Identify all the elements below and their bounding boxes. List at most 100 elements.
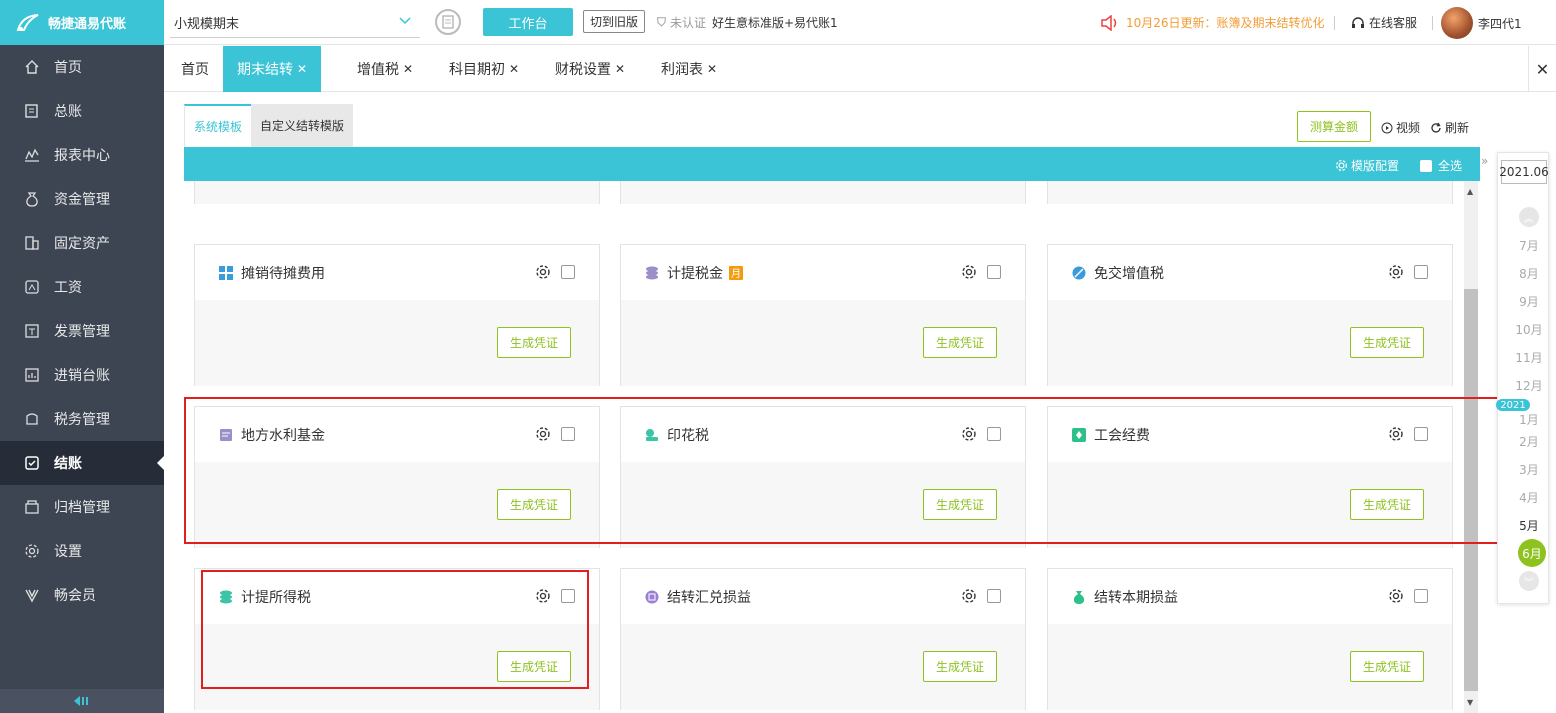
card-checkbox[interactable]	[561, 427, 575, 441]
tab-income-statement[interactable]: 利润表 ✕	[661, 46, 717, 92]
select-all-checkbox[interactable]: 全选	[1420, 157, 1462, 174]
gear-icon[interactable]	[1388, 588, 1404, 604]
card-checkbox[interactable]	[987, 427, 1001, 441]
switch-old-version-button[interactable]: 切到旧版	[583, 10, 646, 33]
sidebar-item[interactable]: 税务管理	[0, 397, 164, 441]
generate-voucher-button[interactable]: 生成凭证	[923, 651, 997, 682]
month-item[interactable]: 9月	[1498, 293, 1550, 310]
scroll-down-icon[interactable]: ▼	[1467, 698, 1473, 707]
sidebar-item[interactable]: 结账	[0, 441, 164, 485]
online-service-button[interactable]: 在线客服	[1350, 14, 1417, 31]
calculate-amount-button[interactable]: 测算金额	[1297, 111, 1371, 142]
play-icon	[1381, 122, 1393, 133]
sidebar-item[interactable]: 发票管理	[0, 309, 164, 353]
sidebar-item[interactable]: 首页	[0, 45, 164, 89]
sidebar-item[interactable]: 设置	[0, 529, 164, 573]
close-icon[interactable]: ✕	[403, 62, 413, 76]
generate-voucher-button[interactable]: 生成凭证	[497, 489, 571, 520]
month-item[interactable]: 1月	[1498, 411, 1550, 428]
close-icon[interactable]: ✕	[297, 62, 307, 76]
chevron-up-icon[interactable]: ︽	[1519, 207, 1539, 227]
gear-icon[interactable]	[1388, 264, 1404, 280]
money-bag-icon	[1072, 590, 1086, 604]
gear-icon[interactable]	[961, 264, 977, 280]
card-checkbox[interactable]	[1414, 265, 1428, 279]
no-tax-icon	[1072, 266, 1086, 280]
sidebar-collapse-button[interactable]	[0, 689, 164, 713]
certification-status[interactable]: ⛉ 未认证	[657, 14, 706, 31]
close-icon[interactable]: ✕	[707, 62, 717, 76]
gear-icon[interactable]	[961, 426, 977, 442]
card-checkbox[interactable]	[987, 265, 1001, 279]
document-button[interactable]	[435, 9, 461, 35]
card-body: 生成凭证	[1048, 624, 1452, 710]
tab-tax-settings[interactable]: 财税设置 ✕	[555, 46, 625, 92]
sidebar-item-label: 归档管理	[54, 500, 110, 516]
generate-voucher-button[interactable]: 生成凭证	[923, 489, 997, 520]
tab-custom-template[interactable]: 自定义结转模版	[251, 104, 354, 147]
gear-icon[interactable]	[535, 588, 551, 604]
card-body: 生成凭证	[621, 181, 1025, 204]
sidebar-item[interactable]: 进销台账	[0, 353, 164, 397]
card-checkbox[interactable]	[1414, 589, 1428, 603]
month-item[interactable]: 4月	[1498, 489, 1550, 506]
sidebar-item[interactable]: 归档管理	[0, 485, 164, 529]
generate-voucher-button[interactable]: 生成凭证	[497, 327, 571, 358]
gear-icon[interactable]	[535, 264, 551, 280]
refresh-button[interactable]: 刷新	[1430, 119, 1469, 136]
card-checkbox[interactable]	[1414, 427, 1428, 441]
generate-voucher-button[interactable]: 生成凭证	[1350, 489, 1424, 520]
month-item[interactable]: 5月	[1498, 517, 1550, 534]
card-checkbox[interactable]	[561, 589, 575, 603]
user-name[interactable]: 李四代1	[1478, 15, 1522, 32]
tab-period-end-transfer[interactable]: 期末结转 ✕	[223, 46, 322, 92]
month-item[interactable]: 8月	[1498, 265, 1550, 282]
scroll-up-icon[interactable]: ▲	[1467, 187, 1473, 196]
period-input[interactable]: 2021.06	[1499, 160, 1549, 184]
sidebar-item[interactable]: 总账	[0, 89, 164, 133]
template-toolbar: 模版配置 全选	[184, 147, 1480, 181]
template-card: 生成凭证	[620, 181, 1026, 204]
sidebar-item[interactable]: 报表中心	[0, 133, 164, 177]
month-item[interactable]: 10月	[1498, 321, 1550, 338]
update-notice[interactable]: 10月26日更新：账簿及期末结转优化	[1100, 14, 1325, 31]
month-item[interactable]: 11月	[1498, 349, 1550, 366]
video-button[interactable]: 视频	[1381, 119, 1420, 136]
month-item[interactable]: 6月	[1518, 539, 1546, 567]
workbench-button[interactable]: 工作台	[483, 8, 573, 36]
template-config-button[interactable]: 模版配置	[1335, 157, 1399, 174]
month-item[interactable]: 12月	[1498, 377, 1550, 394]
generate-voucher-button[interactable]: 生成凭证	[1350, 651, 1424, 682]
month-item[interactable]: 2月	[1498, 433, 1550, 450]
avatar[interactable]	[1441, 7, 1473, 39]
gear-icon[interactable]	[961, 588, 977, 604]
generate-voucher-button[interactable]: 生成凭证	[497, 651, 571, 682]
month-item[interactable]: 3月	[1498, 461, 1550, 478]
close-all-tabs-button[interactable]: ✕	[1528, 46, 1556, 92]
generate-voucher-button[interactable]: 生成凭证	[923, 327, 997, 358]
tab-opening-balance[interactable]: 科目期初 ✕	[449, 46, 519, 92]
tab-vat[interactable]: 增值税 ✕	[357, 46, 413, 92]
app-logo[interactable]: 畅捷通易代账	[0, 0, 164, 45]
card-checkbox[interactable]	[987, 589, 1001, 603]
sidebar-item[interactable]: 工资	[0, 265, 164, 309]
company-selector[interactable]: 小规模期末	[170, 8, 420, 38]
gear-icon[interactable]	[535, 426, 551, 442]
month-item[interactable]: 7月	[1498, 237, 1550, 254]
expand-icon[interactable]: »	[1481, 154, 1488, 168]
chevron-down-icon[interactable]: ︾	[1519, 571, 1539, 591]
close-icon[interactable]: ✕	[509, 62, 519, 76]
close-icon[interactable]: ✕	[615, 62, 625, 76]
card-checkbox[interactable]	[561, 265, 575, 279]
sidebar-item-label: 结账	[54, 456, 82, 472]
sidebar-item[interactable]: 固定资产	[0, 221, 164, 265]
vertical-scrollbar[interactable]: ▲ ▼	[1464, 181, 1478, 713]
tab-home[interactable]: 首页	[181, 46, 209, 92]
sidebar-item[interactable]: 畅会员	[0, 573, 164, 617]
generate-voucher-button[interactable]: 生成凭证	[1350, 327, 1424, 358]
sidebar-item[interactable]: 资金管理	[0, 177, 164, 221]
home-icon	[24, 59, 40, 75]
gear-icon[interactable]	[1388, 426, 1404, 442]
scrollbar-thumb[interactable]	[1464, 289, 1478, 691]
tab-system-template[interactable]: 系统模板	[184, 104, 252, 147]
